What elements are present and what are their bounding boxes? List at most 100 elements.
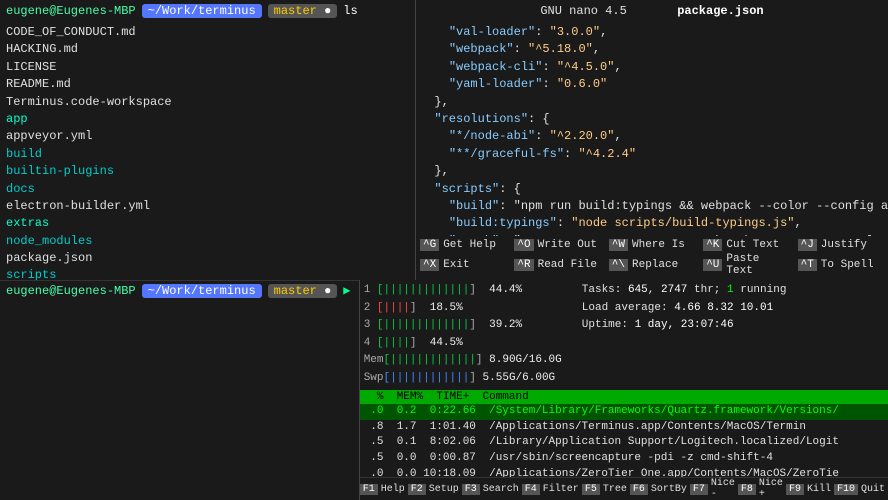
htop-bars: 1 [|||||||||||||] 44.4%2 [||||] 18.5%3 […	[360, 280, 888, 390]
file-item[interactable]: build	[6, 146, 409, 163]
fn-key: F3	[462, 484, 480, 495]
nano-ctrl-item: ^K Cut Text	[699, 238, 793, 252]
file-item[interactable]: scripts	[6, 267, 409, 280]
file-item[interactable]: app	[6, 111, 409, 128]
left-top-bar: eugene@Eugenes-MBP ~/Work/terminus maste…	[0, 0, 415, 22]
editor-line: "resolutions": {	[420, 111, 884, 128]
editor-line: "webpack": "^5.18.0",	[420, 41, 884, 58]
htop-bar: 2 [||||] 18.5%	[364, 300, 562, 318]
fn-key: F6	[630, 484, 648, 495]
editor-line: "build": "npm run build:typings && webpa…	[420, 198, 884, 215]
fn-key: F2	[408, 484, 426, 495]
htop-fn-item[interactable]: F8Nice +	[738, 478, 786, 500]
file-item[interactable]: package.json	[6, 250, 409, 267]
ctrl-key: ^J	[798, 239, 817, 251]
ctrl-key: ^O	[514, 239, 533, 251]
ctrl-label: Replace	[632, 259, 678, 271]
nano-ctrl-item: ^W Where Is	[605, 238, 699, 252]
htop-fn-item[interactable]: F7Nice -	[690, 478, 738, 500]
file-item[interactable]: docs	[6, 181, 409, 198]
fn-label: Help	[378, 484, 408, 495]
ctrl-label: Justify	[821, 239, 867, 251]
fn-key: F5	[582, 484, 600, 495]
editor-line: "webpack-cli": "^4.5.0",	[420, 59, 884, 76]
editor-line: "**/graceful-fs": "^4.2.4"	[420, 146, 884, 163]
file-item[interactable]: extras	[6, 215, 409, 232]
htop-fn-item[interactable]: F3Search	[462, 478, 522, 500]
ctrl-key: ^U	[703, 259, 722, 271]
htop-fn-item[interactable]: F6SortBy	[630, 478, 690, 500]
htop-fn-item[interactable]: F1Help	[360, 478, 408, 500]
file-item[interactable]: node_modules	[6, 233, 409, 250]
ctrl-key: ^T	[798, 259, 817, 271]
htop-fn-item[interactable]: F10Quit	[834, 478, 888, 500]
nano-ctrl-item: ^UPaste Text	[699, 252, 793, 278]
proc-rows: .0 0.2 0:22.66 /System/Library/Framework…	[360, 404, 888, 477]
load-stat: Load average: 4.66 8.32 10.01	[582, 300, 787, 318]
fn-label: Quit	[858, 484, 888, 495]
editor-line: "*/node-abi": "^2.20.0",	[420, 128, 884, 145]
proc-header: % MEM% TIME+ Command	[360, 390, 888, 404]
proc-row: .0 0.0 10:18.09 /Applications/ZeroTier O…	[360, 467, 888, 477]
fn-label: SortBy	[648, 484, 690, 495]
top-bar: eugene@Eugenes-MBP ~/Work/terminus maste…	[0, 0, 888, 22]
htop-fn-item[interactable]: F4Filter	[522, 478, 582, 500]
htop-fn-item[interactable]: F9Kill	[786, 478, 834, 500]
nano-ctrl-item: ^XExit	[416, 252, 510, 278]
bottom-prompt: eugene@Eugenes-MBP ~/Work/terminus maste…	[0, 281, 359, 300]
ctrl-key: ^G	[420, 239, 439, 251]
fn-key: F4	[522, 484, 540, 495]
htop-bar: 4 [||||] 44.5%	[364, 335, 562, 353]
bottom-shell: eugene@Eugenes-MBP ~/Work/terminus maste…	[0, 280, 359, 500]
bottom-area: eugene@Eugenes-MBP ~/Work/terminus maste…	[0, 280, 888, 500]
file-list-panel: CODE_OF_CONDUCT.mdHACKING.mdLICENSEREADM…	[0, 22, 415, 280]
htop-fn-item[interactable]: F2Setup	[408, 478, 462, 500]
ctrl-label: To Spell	[821, 259, 874, 271]
file-item[interactable]: Terminus.code-workspace	[6, 94, 409, 111]
ctrl-key: ^\	[609, 259, 628, 271]
file-item[interactable]: README.md	[6, 76, 409, 93]
htop-swp: Swp[||||||||||||] 5.55G/6.00G	[364, 370, 562, 388]
bottom-prompt-path: ~/Work/terminus	[142, 284, 262, 298]
file-item[interactable]: HACKING.md	[6, 41, 409, 58]
ctrl-label: Get Help	[443, 239, 496, 251]
file-item[interactable]: appveyor.yml	[6, 128, 409, 145]
file-item[interactable]: CODE_OF_CONDUCT.md	[6, 24, 409, 41]
fn-key: F7	[690, 484, 708, 495]
htop-fn-item[interactable]: F5Tree	[582, 478, 630, 500]
ctrl-key: ^K	[703, 239, 722, 251]
fn-key: F9	[786, 484, 804, 495]
file-item[interactable]: LICENSE	[6, 59, 409, 76]
nano-ctrl-item: ^T To Spell	[794, 252, 888, 278]
editor-line: },	[420, 163, 884, 180]
htop-bar: 1 [|||||||||||||] 44.4%	[364, 282, 562, 300]
prompt-user: eugene@Eugenes-MBP	[6, 4, 136, 18]
editor-content: "val-loader": "3.0.0", "webpack": "^5.18…	[416, 22, 888, 236]
file-item[interactable]: builtin-plugins	[6, 163, 409, 180]
main-area: CODE_OF_CONDUCT.mdHACKING.mdLICENSEREADM…	[0, 22, 888, 280]
nano-ctrl-item: ^RRead File	[510, 252, 604, 278]
proc-row: .5 0.0 0:00.87 /usr/sbin/screencapture -…	[360, 451, 888, 467]
editor-line: "val-loader": "3.0.0",	[420, 24, 884, 41]
fn-label: Nice +	[756, 478, 786, 500]
ctrl-label: Cut Text	[726, 239, 779, 251]
fn-label: Search	[480, 484, 522, 495]
htop-bar: 3 [|||||||||||||] 39.2%	[364, 317, 562, 335]
fn-label: Kill	[804, 484, 834, 495]
proc-row: .8 1.7 1:01.40 /Applications/Terminus.ap…	[360, 420, 888, 436]
ctrl-key: ^W	[609, 239, 628, 251]
ctrl-label: Where Is	[632, 239, 685, 251]
htop-panel: 1 [|||||||||||||] 44.4%2 [||||] 18.5%3 […	[360, 280, 888, 500]
right-top-bar: GNU nano 4.5 package.json	[416, 0, 888, 22]
tasks-stat: Tasks: 645, 2747 thr; 1 running	[582, 282, 787, 300]
editor-line: },	[420, 94, 884, 111]
fn-key: F1	[360, 484, 378, 495]
ctrl-label: Write Out	[538, 239, 597, 251]
ctrl-key: ^X	[420, 259, 439, 271]
nano-ctrl-item: ^G Get Help	[416, 238, 510, 252]
fn-label: Nice -	[708, 478, 738, 500]
editor-line: "build:typings": "node scripts/build-typ…	[420, 215, 884, 232]
file-item[interactable]: electron-builder.yml	[6, 198, 409, 215]
proc-row: .5 0.1 8:02.06 /Library/Application Supp…	[360, 435, 888, 451]
editor-panel: "val-loader": "3.0.0", "webpack": "^5.18…	[416, 22, 888, 280]
